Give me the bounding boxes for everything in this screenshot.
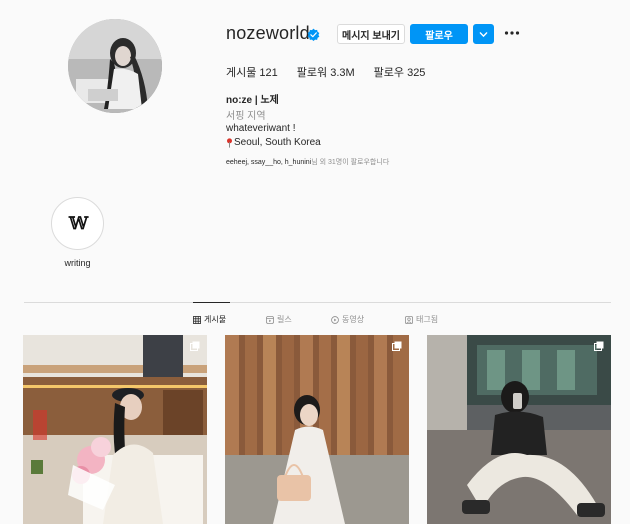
post-thumbnail[interactable]: [225, 335, 409, 524]
video-icon: [331, 315, 339, 324]
multiple-photos-icon: [190, 341, 200, 351]
suggested-accounts-button[interactable]: [473, 24, 494, 44]
tagged-icon: [405, 315, 413, 324]
grid-icon: [193, 315, 201, 324]
chevron-down-icon: [479, 31, 488, 37]
verified-badge-icon: [307, 28, 320, 41]
followed-by-suffix: 님 외 31명이 팔로우합니다: [311, 159, 390, 166]
tab-posts-label: 게시물: [204, 315, 227, 324]
tab-reels[interactable]: 릴스: [266, 314, 292, 325]
tab-tagged[interactable]: 태그됨: [405, 314, 438, 325]
active-tab-indicator: [193, 302, 230, 303]
profile-avatar[interactable]: [68, 19, 162, 113]
bio-text: whateveriwant !: [226, 123, 296, 134]
highlight-writing[interactable]: 𝕎: [51, 197, 104, 250]
tab-videos-label: 동영상: [342, 315, 365, 324]
post-thumbnail[interactable]: [427, 335, 611, 524]
posts-count: 게시물 121: [226, 67, 278, 79]
followed-by-text[interactable]: eeheej, ssay__ho, h_hunini님 외 31명이 팔로우합니…: [226, 157, 389, 167]
highlight-cover-text: 𝕎: [68, 213, 88, 234]
post-thumbnail[interactable]: [23, 335, 207, 524]
following-count[interactable]: 팔로우 325: [374, 64, 426, 80]
tab-videos[interactable]: 동영상: [331, 314, 364, 325]
message-button[interactable]: 메시지 보내기: [337, 24, 405, 44]
bio-category: 서핑 지역: [226, 111, 266, 122]
avatar-photo: [68, 19, 162, 113]
more-options-icon[interactable]: [504, 30, 520, 36]
highlight-cover: 𝕎: [54, 200, 101, 247]
bio-location-text: Seoul, South Korea: [234, 137, 321, 148]
tabs-divider: [24, 302, 611, 303]
tab-reels-label: 릴스: [277, 315, 292, 324]
multiple-photos-icon: [594, 341, 604, 351]
highlight-label: writing: [64, 258, 91, 268]
bio-full-name: no:ze | 노제: [226, 95, 279, 106]
post-image: [23, 335, 207, 524]
post-image: [427, 335, 611, 524]
multiple-photos-icon: [392, 341, 402, 351]
followed-by-users[interactable]: eeheej, ssay__ho, h_hunini: [226, 159, 311, 166]
profile-username: nozeworld: [226, 23, 310, 43]
location-pin-icon: [227, 137, 232, 148]
tab-tagged-label: 태그됨: [416, 315, 439, 324]
follow-button[interactable]: 팔로우: [410, 24, 468, 44]
followers-count[interactable]: 팔로워 3.3M: [297, 64, 355, 80]
tab-posts[interactable]: 게시물: [193, 314, 226, 325]
reels-icon: [266, 315, 274, 324]
bio-location: Seoul, South Korea: [226, 137, 321, 148]
post-image: [225, 335, 409, 524]
profile-stats: 게시물 121 팔로워 3.3M 팔로우 325: [226, 64, 444, 80]
